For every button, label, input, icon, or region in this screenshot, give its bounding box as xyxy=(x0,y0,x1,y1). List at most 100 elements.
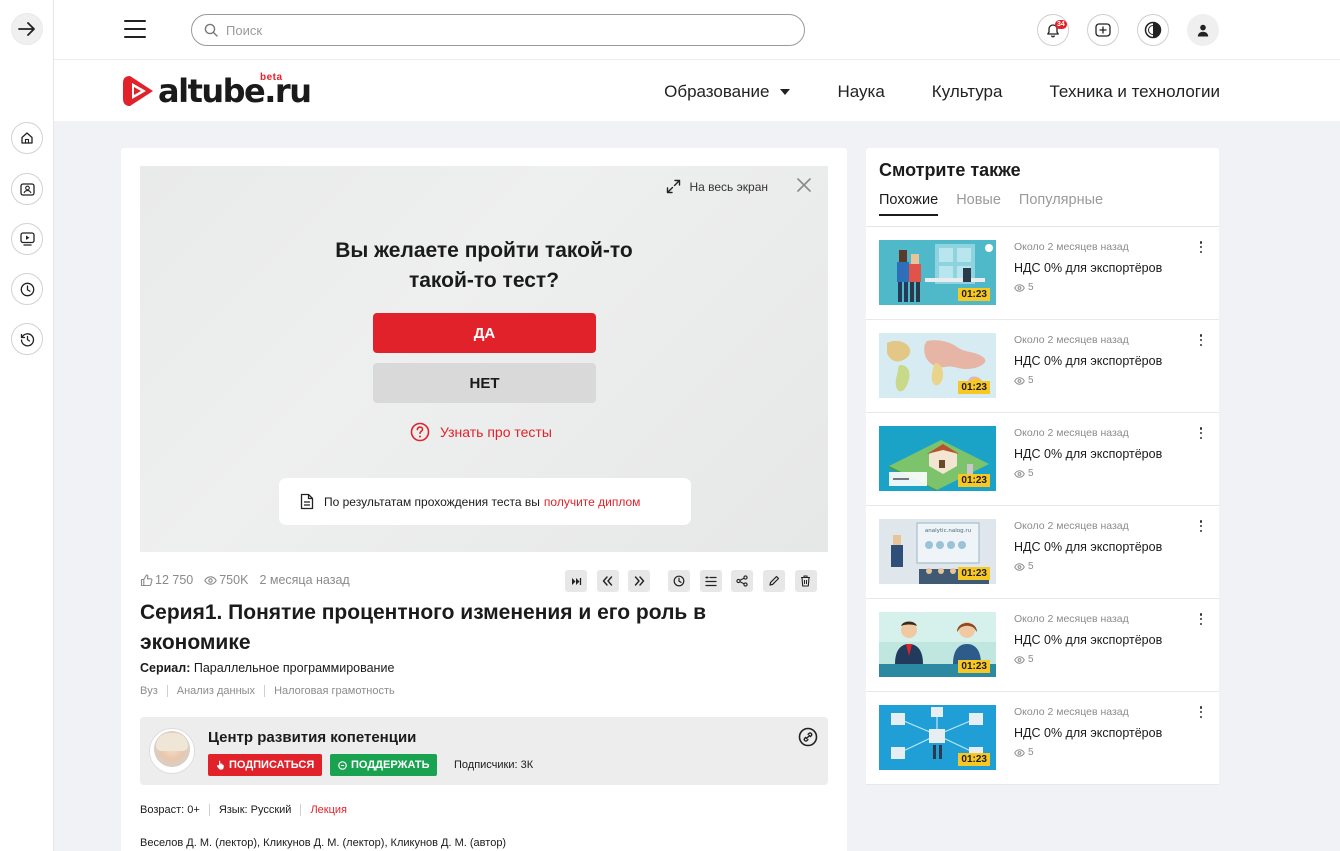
add-to-playlist-button[interactable] xyxy=(699,570,722,592)
expand-menu-button[interactable] xyxy=(11,13,43,45)
nav-culture[interactable]: Культура xyxy=(932,82,1003,102)
altube-logo[interactable]: altube.ru beta xyxy=(120,72,312,110)
share-button[interactable] xyxy=(731,570,754,592)
published-time: Около 2 месяцев назад xyxy=(1014,613,1129,625)
tag-item[interactable]: Налоговая грамотность xyxy=(274,685,404,697)
video-thumbnail[interactable]: 01:23 xyxy=(879,240,996,305)
list-item[interactable]: analytic.nalog.ru 01:23 Около 2 месяцев … xyxy=(866,506,1219,599)
list-item[interactable]: 01:23 Около 2 месяцев назад НДС 0% для э… xyxy=(866,413,1219,506)
video-thumbnail[interactable]: 01:23 xyxy=(879,333,996,398)
subscribe-label: ПОДПИСАТЬСЯ xyxy=(229,759,315,771)
test-question-line-2: такой-то тест? xyxy=(408,269,560,292)
rewind-button[interactable] xyxy=(596,570,619,592)
subscriptions-button[interactable] xyxy=(11,223,43,255)
related-video-title[interactable]: НДС 0% для экспортёров xyxy=(1014,540,1162,554)
watch-later-button[interactable] xyxy=(11,273,43,305)
close-button[interactable] xyxy=(797,178,811,197)
hamburger-menu-icon[interactable] xyxy=(124,20,146,38)
tab-similar[interactable]: Похожие xyxy=(879,192,939,216)
search-input[interactable] xyxy=(226,22,786,38)
eye-icon xyxy=(204,575,218,585)
arrow-right-icon xyxy=(18,22,35,36)
nav-technology[interactable]: Техника и технологии xyxy=(1049,82,1220,102)
channel-name[interactable]: Центр развития копетенции xyxy=(208,729,416,746)
more-options-icon[interactable] xyxy=(1199,241,1203,253)
upload-button[interactable] xyxy=(1087,14,1119,46)
tag-item[interactable]: Анализ данных xyxy=(177,685,266,697)
views-stat: 750K xyxy=(204,573,248,587)
video-player[interactable]: На весь экран Вы желаете пройти такой-то… xyxy=(140,166,828,552)
thumbnail-caption: analytic.nalog.ru xyxy=(925,528,971,534)
eye-icon xyxy=(1014,748,1025,757)
tag-item[interactable]: Вуз xyxy=(140,685,168,697)
next-video-button[interactable] xyxy=(565,570,587,592)
profile-button[interactable] xyxy=(1187,14,1219,46)
link-icon xyxy=(798,727,818,747)
content-type-link[interactable]: Лекция xyxy=(310,804,356,816)
notifications-button[interactable]: 34 xyxy=(1037,14,1069,46)
more-options-icon[interactable] xyxy=(1199,427,1203,439)
related-video-title[interactable]: НДС 0% для экспортёров xyxy=(1014,261,1162,275)
video-thumbnail[interactable]: 01:23 xyxy=(879,705,996,770)
related-video-title[interactable]: НДС 0% для экспортёров xyxy=(1014,633,1162,647)
left-rail xyxy=(0,0,54,851)
views-count: 750K xyxy=(219,573,249,587)
history-button[interactable] xyxy=(11,323,43,355)
tab-new[interactable]: Новые xyxy=(956,192,1001,216)
more-options-icon[interactable] xyxy=(1199,706,1203,718)
nav-education[interactable]: Образование xyxy=(664,82,791,102)
theme-toggle-button[interactable] xyxy=(1137,14,1169,46)
more-options-icon[interactable] xyxy=(1199,334,1203,346)
pencil-icon xyxy=(769,575,780,586)
video-stats: 12 750 750K 2 месяца назад xyxy=(140,573,361,587)
related-video-title[interactable]: НДС 0% для экспортёров xyxy=(1014,726,1162,740)
no-button[interactable]: НЕТ xyxy=(373,363,596,403)
watch-later-tool-button[interactable] xyxy=(668,570,691,592)
related-video-title[interactable]: НДС 0% для экспортёров xyxy=(1014,354,1162,368)
related-video-title[interactable]: НДС 0% для экспортёров xyxy=(1014,447,1162,461)
channel-panel: Центр развития копетенции ПОДПИСАТЬСЯ ПО… xyxy=(140,717,828,785)
list-item[interactable]: 01:23 Около 2 месяцев назад НДС 0% для э… xyxy=(866,320,1219,413)
views-number: 5 xyxy=(1028,282,1034,293)
support-button[interactable]: ПОДДЕРЖАТЬ xyxy=(330,754,438,776)
more-options-icon[interactable] xyxy=(1199,520,1203,532)
get-diploma-link[interactable]: получите диплом xyxy=(544,495,641,509)
series-value[interactable]: Параллельное программирование xyxy=(194,661,395,675)
fullscreen-button[interactable]: На весь экран xyxy=(666,179,768,194)
forward-button[interactable] xyxy=(628,570,651,592)
eye-icon xyxy=(1014,283,1025,292)
more-options-icon[interactable] xyxy=(1199,613,1203,625)
video-thumbnail[interactable]: analytic.nalog.ru 01:23 xyxy=(879,519,996,584)
duration-badge: 01:23 xyxy=(958,660,990,673)
diploma-text: По результатам прохождения теста вы xyxy=(324,494,540,509)
video-thumbnail[interactable]: 01:23 xyxy=(879,426,996,491)
nav-science[interactable]: Наука xyxy=(837,82,884,102)
expand-icon xyxy=(667,179,681,194)
list-item[interactable]: 01:23 Около 2 месяцев назад НДС 0% для э… xyxy=(866,692,1219,785)
notification-count-badge: 34 xyxy=(1055,20,1067,29)
channel-avatar[interactable] xyxy=(150,729,194,773)
likes-stat[interactable]: 12 750 xyxy=(140,573,193,587)
user-icon xyxy=(1197,24,1209,36)
yes-button[interactable]: ДА xyxy=(373,313,596,353)
learn-about-tests-link[interactable]: Узнать про тесты xyxy=(410,422,552,442)
delete-button[interactable] xyxy=(794,570,817,592)
skip-next-icon xyxy=(571,577,581,585)
profile-card-icon xyxy=(19,182,35,196)
home-button[interactable] xyxy=(11,122,43,154)
search-box[interactable] xyxy=(191,14,805,46)
duration-badge: 01:23 xyxy=(958,381,990,394)
tab-popular[interactable]: Популярные xyxy=(1019,192,1103,216)
series-info: Сериал: Параллельное программирование xyxy=(140,661,394,675)
published-time: Около 2 месяцев назад xyxy=(1014,334,1129,346)
video-thumbnail[interactable]: 01:23 xyxy=(879,612,996,677)
history-icon xyxy=(20,332,34,346)
channel-link-button[interactable] xyxy=(798,727,818,752)
list-item[interactable]: 01:23 Около 2 месяцев назад НДС 0% для э… xyxy=(866,227,1219,320)
list-item[interactable]: 01:23 Около 2 месяцев назад НДС 0% для э… xyxy=(866,599,1219,692)
views-number: 5 xyxy=(1028,654,1034,665)
edit-button[interactable] xyxy=(762,570,785,592)
channels-button[interactable] xyxy=(11,173,43,205)
main-navigation-bar: altube.ru beta Образование Наука Культур… xyxy=(54,60,1340,121)
subscribe-button[interactable]: ПОДПИСАТЬСЯ xyxy=(208,754,323,776)
